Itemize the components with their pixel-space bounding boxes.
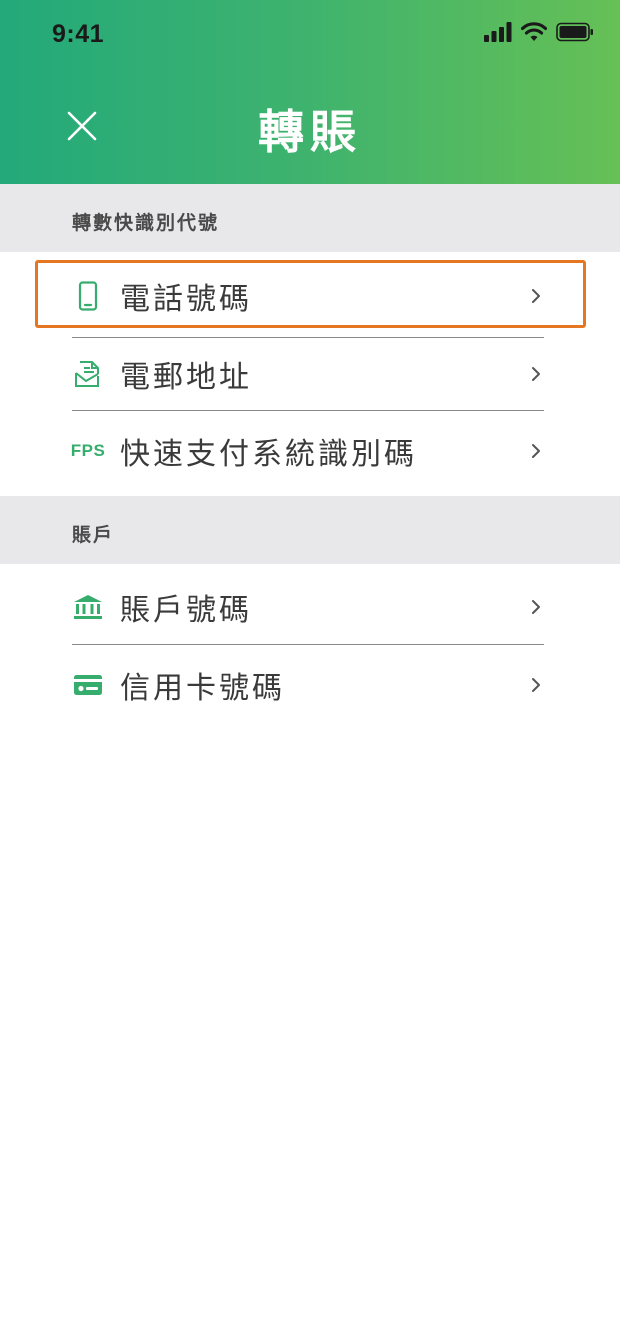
chevron-right-icon [532,367,540,381]
divider [72,337,544,338]
battery-icon [556,22,593,42]
section-title: 賬戶 [72,524,115,546]
menu-item-email-address[interactable]: 電郵地址 [72,339,544,409]
transfer-screen: 9:41 轉賬 轉數快識別代號 電話號碼 電郵地址 FPS 快速支付系統識別碼 … [0,0,620,1340]
signal-icon [484,22,512,42]
status-time: 9:41 [52,20,105,48]
menu-item-label: 賬戶號碼 [120,593,252,628]
chevron-right-icon [532,289,540,303]
section-title: 轉數快識別代號 [72,212,220,234]
fps-icon-text: FPS [70,441,106,460]
chevron-right-icon [532,600,540,614]
credit-card-icon [72,669,104,701]
menu-item-credit-card-number[interactable]: 信用卡號碼 [72,650,544,720]
menu-item-label: 信用卡號碼 [120,671,285,706]
header: 9:41 轉賬 [0,0,620,184]
page-title: 轉賬 [258,105,362,159]
email-icon [72,358,104,390]
section-header-account: 賬戶 [0,496,620,564]
divider [72,644,544,645]
divider [72,410,544,411]
menu-item-phone-number[interactable]: 電話號碼 [72,261,544,331]
bank-icon [72,591,104,623]
status-icons [484,22,594,42]
menu-item-label: 快速支付系統識別碼 [120,437,417,472]
menu-item-label: 電話號碼 [120,282,252,317]
menu-item-account-number[interactable]: 賬戶號碼 [72,572,544,642]
menu-item-fps-id[interactable]: FPS 快速支付系統識別碼 [70,416,544,486]
fps-icon: FPS [70,435,106,467]
chevron-right-icon [532,444,540,458]
phone-icon [72,280,104,312]
menu-item-label: 電郵地址 [120,360,252,395]
section-header-fps-proxy: 轉數快識別代號 [0,184,620,252]
wifi-icon [521,22,547,41]
chevron-right-icon [532,678,540,692]
